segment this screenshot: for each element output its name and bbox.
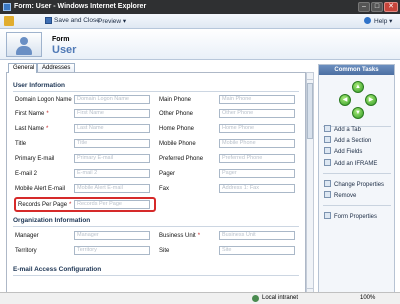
arrow-right-icon[interactable]: ▶ xyxy=(365,94,377,106)
other-phone-field[interactable]: Other Phone xyxy=(219,109,295,118)
task-add-tab[interactable]: Add a Tab xyxy=(324,125,361,134)
entity-name: User xyxy=(52,44,77,56)
status-bar: Local intranet 100% xyxy=(0,292,400,304)
zoom-level[interactable]: 100% xyxy=(360,295,375,301)
records-per-page-label: Records Per Page * xyxy=(18,202,72,208)
first-name-field[interactable]: First Name xyxy=(74,109,150,118)
primary-email-field[interactable]: Primary E-mail xyxy=(74,154,150,163)
close-button[interactable]: ✕ xyxy=(384,2,398,12)
remove-icon xyxy=(324,191,331,198)
territory-label: Territory xyxy=(15,248,37,254)
add-fields-icon xyxy=(324,147,331,154)
domain-logon-label: Domain Logon Name* xyxy=(15,97,76,103)
task-add-iframe[interactable]: Add an IFRAME xyxy=(324,159,377,168)
records-per-page-field[interactable]: Records Per Page xyxy=(74,200,150,209)
section-divider xyxy=(13,91,299,92)
mobile-alert-email-field[interactable]: Mobile Alert E-mail xyxy=(74,184,150,193)
other-phone-label: Other Phone xyxy=(159,111,194,117)
territory-field[interactable]: Territory xyxy=(74,246,150,255)
last-name-field[interactable]: Last Name xyxy=(74,124,150,133)
section-divider xyxy=(13,226,299,227)
minimize-button[interactable]: – xyxy=(358,2,370,12)
task-separator xyxy=(323,173,391,174)
task-add-fields[interactable]: Add Fields xyxy=(324,147,362,156)
main-phone-label: Main Phone xyxy=(159,97,192,103)
task-add-section[interactable]: Add a Section xyxy=(324,136,371,145)
save-icon xyxy=(45,17,52,24)
email2-field[interactable]: E-mail 2 xyxy=(74,169,150,178)
fax-field[interactable]: Address 1: Fax xyxy=(219,184,295,193)
preview-button[interactable]: Preview ▾ xyxy=(98,17,126,25)
fax-label: Fax xyxy=(159,186,170,192)
maximize-button[interactable]: □ xyxy=(371,2,383,12)
task-change-properties[interactable]: Change Properties xyxy=(324,180,384,189)
manager-field[interactable]: Manager xyxy=(74,231,150,240)
save-and-close-button[interactable]: Save and Close xyxy=(54,17,100,24)
section-user-information: User Information xyxy=(13,82,66,89)
arrow-left-icon[interactable]: ◀ xyxy=(339,94,351,106)
title-label: Title xyxy=(15,141,27,147)
add-tab-icon xyxy=(324,125,331,132)
arrow-up-icon[interactable]: ▲ xyxy=(352,81,364,93)
mobile-phone-field[interactable]: Mobile Phone xyxy=(219,139,295,148)
scroll-up-icon[interactable] xyxy=(307,73,313,80)
help-icon xyxy=(364,17,371,24)
add-iframe-icon xyxy=(324,159,331,166)
pager-field[interactable]: Pager xyxy=(219,169,295,178)
manager-label: Manager xyxy=(15,233,39,239)
main-phone-field[interactable]: Main Phone xyxy=(219,95,295,104)
security-zone: Local intranet xyxy=(262,295,299,301)
arrow-down-icon[interactable]: ▼ xyxy=(352,107,364,119)
form-scrollbar[interactable] xyxy=(306,72,314,296)
task-form-properties[interactable]: Form Properties xyxy=(324,212,377,221)
app-menu-icon[interactable] xyxy=(4,16,14,26)
preferred-phone-label: Preferred Phone xyxy=(159,156,204,162)
title-bar: Form: User - Windows Internet Explorer –… xyxy=(0,0,400,14)
business-unit-field[interactable]: Business Unit xyxy=(219,231,295,240)
site-field[interactable]: Site xyxy=(219,246,295,255)
common-tasks-header: Common Tasks xyxy=(319,65,394,75)
domain-logon-field[interactable]: Domain Logon Name xyxy=(74,95,150,104)
help-button[interactable]: Help ▾ xyxy=(374,17,392,25)
toolbar: Save and Close Preview ▾ Help ▾ xyxy=(0,14,400,29)
email2-label: E-mail 2 xyxy=(15,171,38,177)
change-properties-icon xyxy=(324,180,331,187)
user-avatar-icon xyxy=(6,32,42,57)
form-label: Form xyxy=(52,36,70,43)
site-label: Site xyxy=(159,248,170,254)
form-properties-icon xyxy=(324,212,331,219)
preferred-phone-field[interactable]: Preferred Phone xyxy=(219,154,295,163)
tab-general[interactable]: General xyxy=(8,63,37,73)
form-area: User Information Domain Logon Name* Doma… xyxy=(6,72,306,296)
ie-icon xyxy=(3,3,11,11)
window-title: Form: User - Windows Internet Explorer xyxy=(14,3,147,10)
home-phone-field[interactable]: Home Phone xyxy=(219,124,295,133)
business-unit-label: Business Unit * xyxy=(159,233,201,239)
common-tasks-panel: Common Tasks ▲ ◀ ▶ ▼ Add a Tab Add a Sec… xyxy=(318,64,395,298)
section-organization-information: Organization Information xyxy=(13,217,91,224)
pager-label: Pager xyxy=(159,171,176,177)
primary-email-label: Primary E-mail xyxy=(15,156,55,162)
mobile-phone-label: Mobile Phone xyxy=(159,141,196,147)
section-divider xyxy=(13,275,299,276)
move-arrows: ▲ ◀ ▶ ▼ xyxy=(339,81,379,121)
last-name-label: Last Name * xyxy=(15,126,49,132)
section-email-access-configuration: E-mail Access Configuration xyxy=(13,266,102,273)
form-header: Form User xyxy=(0,29,400,60)
first-name-label: First Name * xyxy=(15,111,49,117)
task-remove[interactable]: Remove xyxy=(324,191,356,200)
task-separator xyxy=(323,205,391,206)
scroll-thumb[interactable] xyxy=(307,83,313,139)
title-field[interactable]: Title xyxy=(74,139,150,148)
intranet-zone-icon xyxy=(252,295,259,302)
mobile-alert-email-label: Mobile Alert E-mail xyxy=(15,186,66,192)
home-phone-label: Home Phone xyxy=(159,126,195,132)
add-section-icon xyxy=(324,136,331,143)
